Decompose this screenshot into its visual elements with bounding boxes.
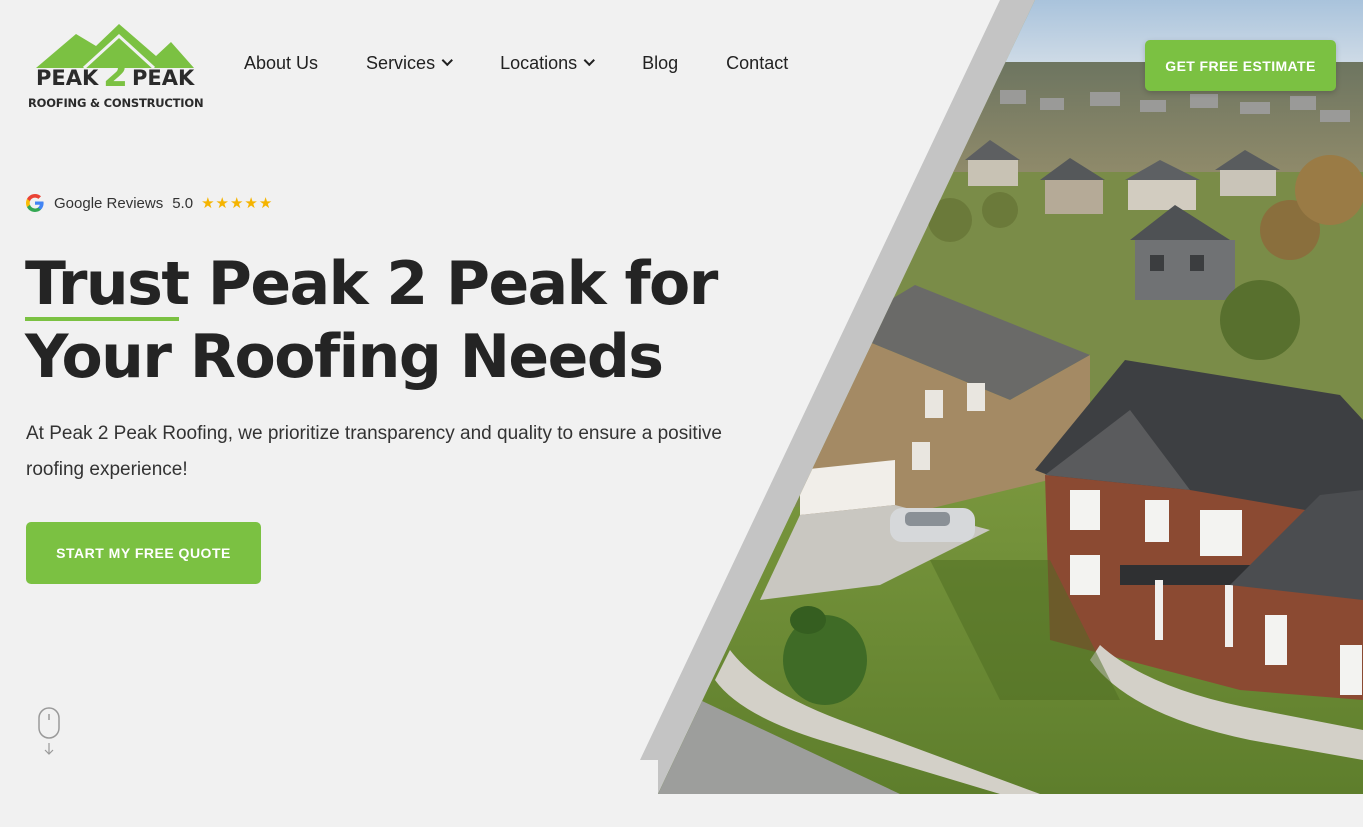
nav-item-about-us[interactable]: About Us [244, 53, 318, 74]
logo-number: 2 [103, 54, 129, 95]
logo-word-right: PEAK [132, 66, 195, 90]
get-free-estimate-button[interactable]: GET FREE ESTIMATE [1145, 40, 1336, 91]
nav-item-services[interactable]: Services [366, 53, 454, 74]
start-free-quote-button[interactable]: START MY FREE QUOTE [26, 522, 261, 584]
google-icon [26, 194, 44, 212]
hero-description: At Peak 2 Peak Roofing, we prioritize tr… [26, 423, 722, 480]
headline-line-1: Trust Peak 2 Peak for [25, 249, 718, 319]
reviews-label: Google Reviews [54, 194, 164, 212]
nav-item-label: Locations [500, 53, 578, 73]
google-reviews-badge[interactable]: Google Reviews 5.0 ★★★★★ [26, 194, 273, 212]
nav-item-contact[interactable]: Contact [726, 53, 788, 74]
main-nav: About Us Services Locations Blog Contact [244, 53, 836, 74]
nav-item-label: About Us [244, 53, 319, 73]
star-icon: ★★★★★ [201, 195, 274, 212]
headline-underline [25, 317, 179, 321]
nav-item-locations[interactable]: Locations [500, 53, 596, 74]
logo-word-left: PEAK [36, 66, 99, 90]
page-title: Trust Peak 2 Peak for Your Roofing Needs [25, 248, 765, 394]
nav-item-blog[interactable]: Blog [642, 53, 678, 74]
reviews-score: 5.0 [172, 194, 194, 212]
headline-line-2: Your Roofing Needs [25, 322, 664, 392]
nav-item-label: Blog [642, 53, 679, 73]
logo-subtitle: ROOFING & CONSTRUCTION [28, 96, 204, 110]
chevron-down-icon [441, 54, 454, 66]
nav-item-label: Contact [726, 53, 789, 73]
chevron-down-icon [583, 54, 596, 66]
nav-item-label: Services [366, 53, 436, 73]
brand-logo[interactable]: PEAK 2 PEAK ROOFING & CONSTRUCTION [26, 20, 206, 112]
mouse-scroll-icon[interactable] [38, 707, 60, 757]
